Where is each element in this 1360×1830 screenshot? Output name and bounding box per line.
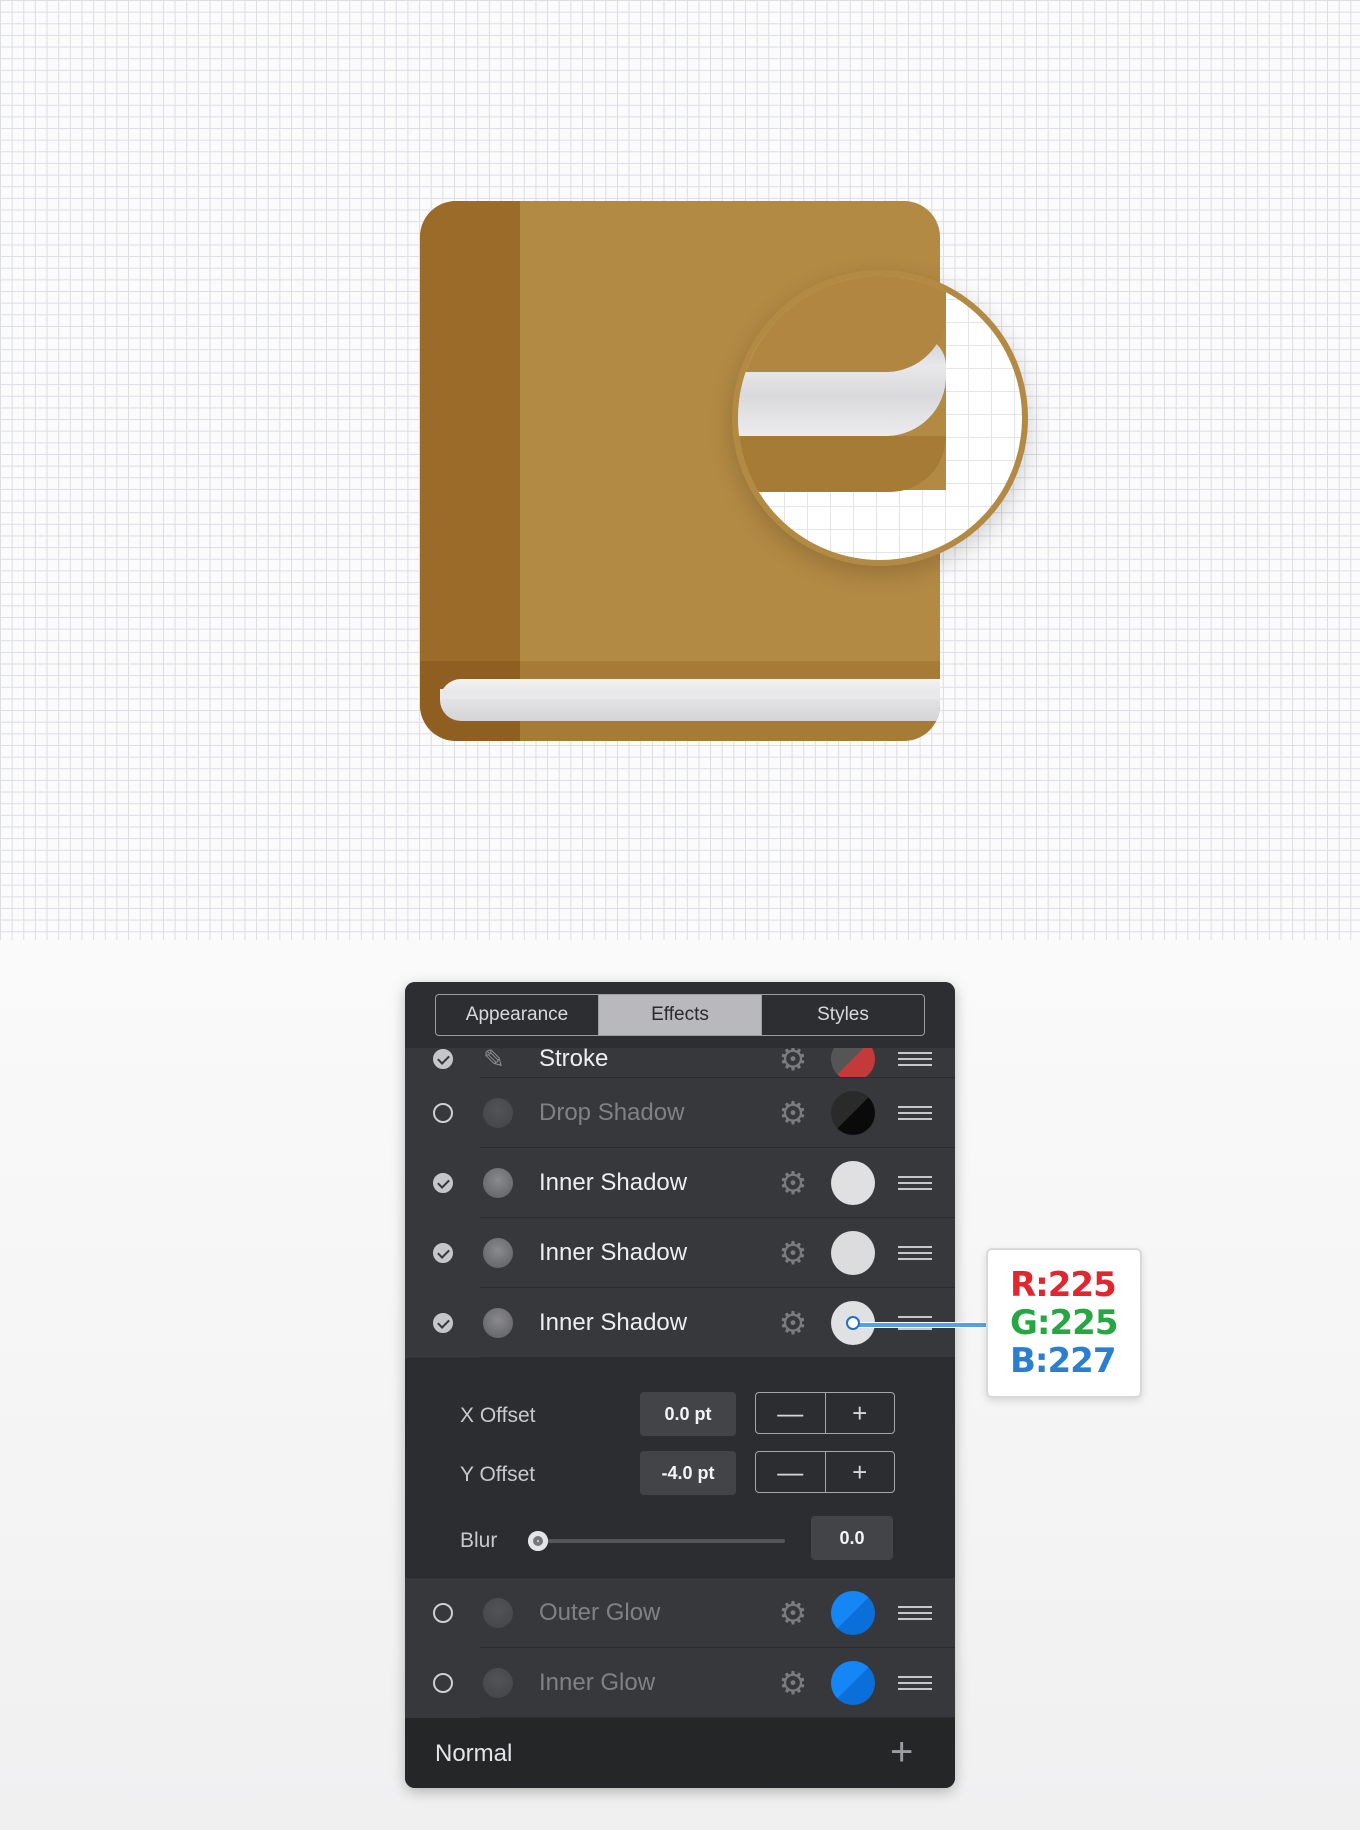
blur-slider-handle[interactable] xyxy=(528,1531,548,1551)
enable-checkbox[interactable] xyxy=(433,1673,453,1693)
zoom-magnifier xyxy=(732,270,1028,566)
enable-checkbox[interactable] xyxy=(433,1603,453,1623)
blue-value: B:227 xyxy=(1010,1341,1116,1381)
panel-tabs: Appearance Effects Styles xyxy=(435,994,925,1036)
blur-slider-track[interactable] xyxy=(533,1539,785,1543)
y-offset-field[interactable]: -4.0 pt xyxy=(640,1451,736,1495)
artboard-canvas xyxy=(0,0,1360,940)
effect-row-stroke[interactable]: ✎ Stroke ⚙ xyxy=(405,1044,955,1078)
drag-handle-icon[interactable] xyxy=(898,1052,932,1066)
effect-preview-icon xyxy=(483,1238,513,1268)
enable-checkbox[interactable] xyxy=(433,1313,453,1333)
enable-checkbox[interactable] xyxy=(433,1103,453,1123)
magnified-cover-bottom xyxy=(738,436,946,492)
drag-handle-icon[interactable] xyxy=(898,1676,932,1690)
drag-handle-icon[interactable] xyxy=(898,1176,932,1190)
effect-row-inner-glow[interactable]: Inner Glow ⚙ xyxy=(405,1648,955,1718)
tab-styles[interactable]: Styles xyxy=(762,995,924,1035)
callout-connector xyxy=(856,1322,988,1328)
red-value: R:225 xyxy=(1010,1265,1117,1305)
y-offset-increment-button[interactable]: + xyxy=(826,1452,895,1492)
effect-label: Inner Shadow xyxy=(539,1169,688,1196)
enable-checkbox[interactable] xyxy=(433,1243,453,1263)
green-value: G:225 xyxy=(1010,1303,1118,1343)
add-effect-icon[interactable]: + xyxy=(890,1730,913,1775)
drag-handle-icon[interactable] xyxy=(898,1246,932,1260)
appearance-panel: Appearance Effects Styles ✎ Stroke ⚙ Dro… xyxy=(405,982,955,1788)
magnified-cover-top xyxy=(738,276,946,372)
x-offset-stepper: — + xyxy=(755,1392,895,1434)
tab-effects[interactable]: Effects xyxy=(599,995,762,1035)
effect-label: Stroke xyxy=(539,1045,609,1072)
x-offset-decrement-button[interactable]: — xyxy=(756,1393,826,1433)
color-swatch[interactable] xyxy=(831,1091,875,1135)
effect-preview-icon xyxy=(483,1598,513,1628)
color-swatch[interactable] xyxy=(831,1661,875,1705)
effect-preview-icon xyxy=(483,1098,513,1128)
color-swatch[interactable] xyxy=(831,1231,875,1275)
gear-icon[interactable]: ⚙ xyxy=(775,1044,811,1077)
callout-anchor-dot xyxy=(846,1316,860,1330)
effect-label: Inner Shadow xyxy=(539,1309,688,1336)
book-pages xyxy=(440,679,940,721)
pen-icon: ✎ xyxy=(483,1044,505,1074)
tab-appearance[interactable]: Appearance xyxy=(436,995,599,1035)
color-swatch[interactable] xyxy=(831,1161,875,1205)
effect-label: Inner Shadow xyxy=(539,1239,688,1266)
effect-preview-icon xyxy=(483,1168,513,1198)
gear-icon[interactable]: ⚙ xyxy=(775,1665,811,1701)
blur-label: Blur xyxy=(460,1529,498,1552)
y-offset-decrement-button[interactable]: — xyxy=(756,1452,826,1492)
effect-row-inner-shadow[interactable]: Inner Shadow ⚙ xyxy=(405,1218,955,1288)
drag-handle-icon[interactable] xyxy=(898,1606,932,1620)
x-offset-field[interactable]: 0.0 pt xyxy=(640,1392,736,1436)
rgb-callout: R:225 G:225 B:227 xyxy=(986,1248,1142,1398)
effect-label: Outer Glow xyxy=(539,1599,661,1626)
panel-footer: Normal + xyxy=(405,1718,955,1788)
gear-icon[interactable]: ⚙ xyxy=(775,1095,811,1131)
book-spine xyxy=(420,201,520,741)
color-swatch[interactable] xyxy=(831,1044,875,1078)
effect-row-inner-shadow[interactable]: Inner Shadow ⚙ xyxy=(405,1148,955,1218)
effect-preview-icon xyxy=(483,1668,513,1698)
y-offset-label: Y Offset xyxy=(460,1463,536,1486)
tabs-bar: Appearance Effects Styles xyxy=(405,982,955,1048)
effect-row-drop-shadow[interactable]: Drop Shadow ⚙ xyxy=(405,1078,955,1148)
blend-mode-select[interactable]: Normal xyxy=(435,1740,512,1768)
x-offset-increment-button[interactable]: + xyxy=(826,1393,895,1433)
enable-checkbox[interactable] xyxy=(433,1173,453,1193)
effect-settings: X Offset 0.0 pt — + Y Offset -4.0 pt — +… xyxy=(405,1358,955,1578)
gear-icon[interactable]: ⚙ xyxy=(775,1595,811,1631)
effect-label: Inner Glow xyxy=(539,1669,656,1696)
enable-checkbox[interactable] xyxy=(433,1049,453,1069)
drag-handle-icon[interactable] xyxy=(898,1106,932,1120)
x-offset-label: X Offset xyxy=(460,1404,536,1427)
color-swatch[interactable] xyxy=(831,1591,875,1635)
effect-label: Drop Shadow xyxy=(539,1099,685,1126)
gear-icon[interactable]: ⚙ xyxy=(775,1165,811,1201)
gear-icon[interactable]: ⚙ xyxy=(775,1305,811,1341)
effects-list: ✎ Stroke ⚙ Drop Shadow ⚙ Inner Shadow ⚙ xyxy=(405,1044,955,1718)
effect-row-outer-glow[interactable]: Outer Glow ⚙ xyxy=(405,1578,955,1648)
gear-icon[interactable]: ⚙ xyxy=(775,1235,811,1271)
blur-field[interactable]: 0.0 xyxy=(811,1516,893,1560)
y-offset-stepper: — + xyxy=(755,1451,895,1493)
effect-preview-icon xyxy=(483,1308,513,1338)
